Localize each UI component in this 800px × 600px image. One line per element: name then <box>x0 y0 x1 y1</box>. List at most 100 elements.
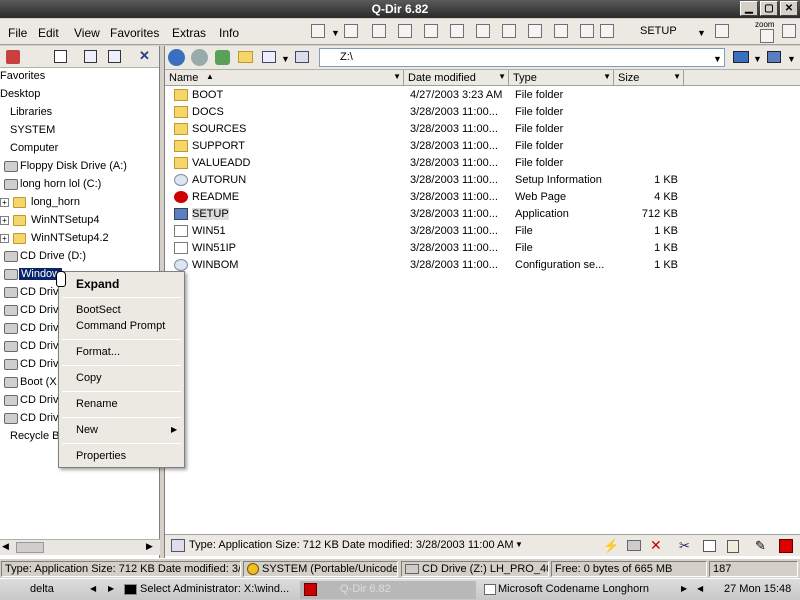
chevron-down-icon[interactable]: ▼ <box>498 72 506 81</box>
scroll-left-icon[interactable]: ◀ <box>2 541 9 552</box>
view-mode-icon[interactable] <box>262 51 276 63</box>
file-row[interactable]: README 3/28/2003 11:00... Web Page 4 KB <box>165 189 685 206</box>
pane-icon[interactable] <box>554 24 568 38</box>
chevron-down-icon[interactable]: ▼ <box>393 72 401 81</box>
column-size[interactable]: Size ▼ <box>614 70 684 86</box>
tools-icon[interactable] <box>295 51 309 63</box>
chevron-right-icon[interactable]: ▶ <box>681 584 687 593</box>
cut-icon[interactable]: ✂ <box>679 538 690 554</box>
menu-item-rename[interactable]: Rename <box>76 398 118 410</box>
menu-item-copy[interactable]: Copy <box>76 372 102 384</box>
layout-icon[interactable] <box>311 24 325 38</box>
menu-extras[interactable]: Extras <box>172 26 206 40</box>
taskbar-item-qdir[interactable]: Q-Dir 6.82 <box>300 581 476 599</box>
chevron-down-icon[interactable]: ▼ <box>673 72 681 81</box>
menu-item-bootsect[interactable]: BootSect <box>76 304 121 316</box>
taskbar-item-longhorn[interactable]: Microsoft Codename Longhorn <box>480 581 656 599</box>
window-icon[interactable] <box>767 51 781 63</box>
expand-icon[interactable]: + <box>0 216 9 225</box>
settings-icon[interactable] <box>715 24 729 38</box>
window-icon[interactable] <box>782 24 796 38</box>
menu-info[interactable]: Info <box>219 26 239 40</box>
scroll-thumb[interactable] <box>16 542 44 553</box>
grid-icon[interactable] <box>54 50 67 63</box>
zoom-icon[interactable] <box>760 29 774 43</box>
file-row[interactable]: BOOT 4/27/2003 3:23 AM File folder <box>165 87 685 104</box>
delete-icon[interactable]: ✕ <box>650 537 662 554</box>
pane-icon[interactable] <box>398 24 412 38</box>
tree-item-winntsetup42[interactable]: + WinNTSetup4.2 <box>0 230 160 248</box>
tree-item-long-horn[interactable]: + long_horn <box>0 194 160 212</box>
expand-icon[interactable]: + <box>0 234 9 243</box>
pane-icon[interactable] <box>372 24 386 38</box>
close-icon[interactable]: ✕ <box>139 48 150 64</box>
view-icon[interactable] <box>344 24 358 38</box>
stop-icon[interactable] <box>779 539 793 553</box>
tree-item-favorites[interactable]: Favorites <box>0 68 160 86</box>
menu-view[interactable]: View <box>74 26 100 40</box>
menu-item-expand[interactable]: Expand <box>76 277 119 291</box>
folder-icon[interactable] <box>238 51 253 63</box>
pane-icon[interactable] <box>502 24 516 38</box>
column-name[interactable]: Name ▲ ▼ <box>165 70 404 86</box>
file-row[interactable]: VALUEADD 3/28/2003 11:00... File folder <box>165 155 685 172</box>
left-horizontal-scrollbar[interactable]: ◀ ▶ <box>0 539 160 555</box>
tree-item-winntsetup4[interactable]: + WinNTSetup4 <box>0 212 160 230</box>
file-row[interactable]: SOURCES 3/28/2003 11:00... File folder <box>165 121 685 138</box>
chevron-down-icon[interactable]: ▼ <box>331 28 340 38</box>
tree-item-floppy[interactable]: Floppy Disk Drive (A:) <box>0 158 160 176</box>
menu-favorites[interactable]: Favorites <box>110 26 159 40</box>
pane-icon[interactable] <box>424 24 438 38</box>
pane-icon[interactable] <box>528 24 542 38</box>
pane-icon[interactable] <box>450 24 464 38</box>
chevron-down-icon[interactable]: ▼ <box>753 54 762 64</box>
pane-icon[interactable] <box>580 24 594 38</box>
file-row[interactable]: SETUP 3/28/2003 11:00... Application 712 KB <box>165 206 685 223</box>
file-row[interactable]: WIN51 3/28/2003 11:00... File 1 KB <box>165 223 685 240</box>
chevron-left-icon[interactable]: ◀ <box>697 584 703 593</box>
setup-combo[interactable]: SETUP <box>640 25 677 37</box>
forward-icon[interactable] <box>191 49 208 66</box>
chevron-left-icon[interactable]: ◀ <box>90 584 96 593</box>
start-button[interactable]: delta <box>26 581 82 599</box>
tree-item-libraries[interactable]: Libraries <box>0 104 160 122</box>
pane-icon[interactable] <box>476 24 490 38</box>
scroll-right-icon[interactable]: ▶ <box>146 541 153 552</box>
back-icon[interactable] <box>168 49 185 66</box>
chevron-right-icon[interactable]: ▶ <box>108 584 114 593</box>
pane-icon[interactable] <box>600 24 614 38</box>
edit-icon[interactable]: ✎ <box>755 538 766 554</box>
column-date[interactable]: Date modified ▼ <box>404 70 509 86</box>
file-row[interactable]: WIN51IP 3/28/2003 11:00... File 1 KB <box>165 240 685 257</box>
monitor-icon[interactable] <box>733 51 749 63</box>
lightning-icon[interactable]: ⚡ <box>603 538 619 554</box>
chevron-down-icon[interactable]: ▼ <box>787 54 796 64</box>
close-button[interactable]: ✕ <box>780 1 798 16</box>
tree-item-drive-c[interactable]: long horn lol (C:) <box>0 176 160 194</box>
chevron-down-icon[interactable]: ▼ <box>281 54 290 64</box>
menu-item-format[interactable]: Format... <box>76 346 120 358</box>
menu-edit[interactable]: Edit <box>38 26 59 40</box>
menu-item-command-prompt[interactable]: Command Prompt <box>76 320 165 332</box>
chevron-down-icon[interactable]: ▼ <box>515 540 523 549</box>
copy-icon[interactable] <box>703 540 716 552</box>
tree-item-computer[interactable]: Computer <box>0 140 160 158</box>
up-icon[interactable] <box>215 50 230 65</box>
file-row[interactable]: WINBOM 3/28/2003 11:00... Configuration se… <box>165 257 685 274</box>
tree-item-drive-d[interactable]: CD Drive (D:) <box>0 248 160 266</box>
chevron-down-icon[interactable]: ▼ <box>697 28 706 38</box>
menu-item-properties[interactable]: Properties <box>76 450 126 462</box>
menu-file[interactable]: File <box>8 26 27 40</box>
search-icon[interactable] <box>108 50 121 63</box>
minimize-button[interactable]: ▁ <box>740 1 758 16</box>
taskbar-item-cmd[interactable]: Select Administrator: X:\wind... <box>120 581 296 599</box>
address-input[interactable]: Z:\ <box>319 48 725 67</box>
column-type[interactable]: Type ▼ <box>509 70 614 86</box>
maximize-button[interactable]: ▢ <box>760 1 778 16</box>
file-row[interactable]: DOCS 3/28/2003 11:00... File folder <box>165 104 685 121</box>
tree-item-system[interactable]: SYSTEM <box>0 122 160 140</box>
menu-item-new[interactable]: New <box>76 424 98 436</box>
file-row[interactable]: AUTORUN 3/28/2003 11:00... Setup Informati… <box>165 172 685 189</box>
refresh-icon[interactable] <box>84 50 97 63</box>
expand-icon[interactable]: + <box>0 198 9 207</box>
